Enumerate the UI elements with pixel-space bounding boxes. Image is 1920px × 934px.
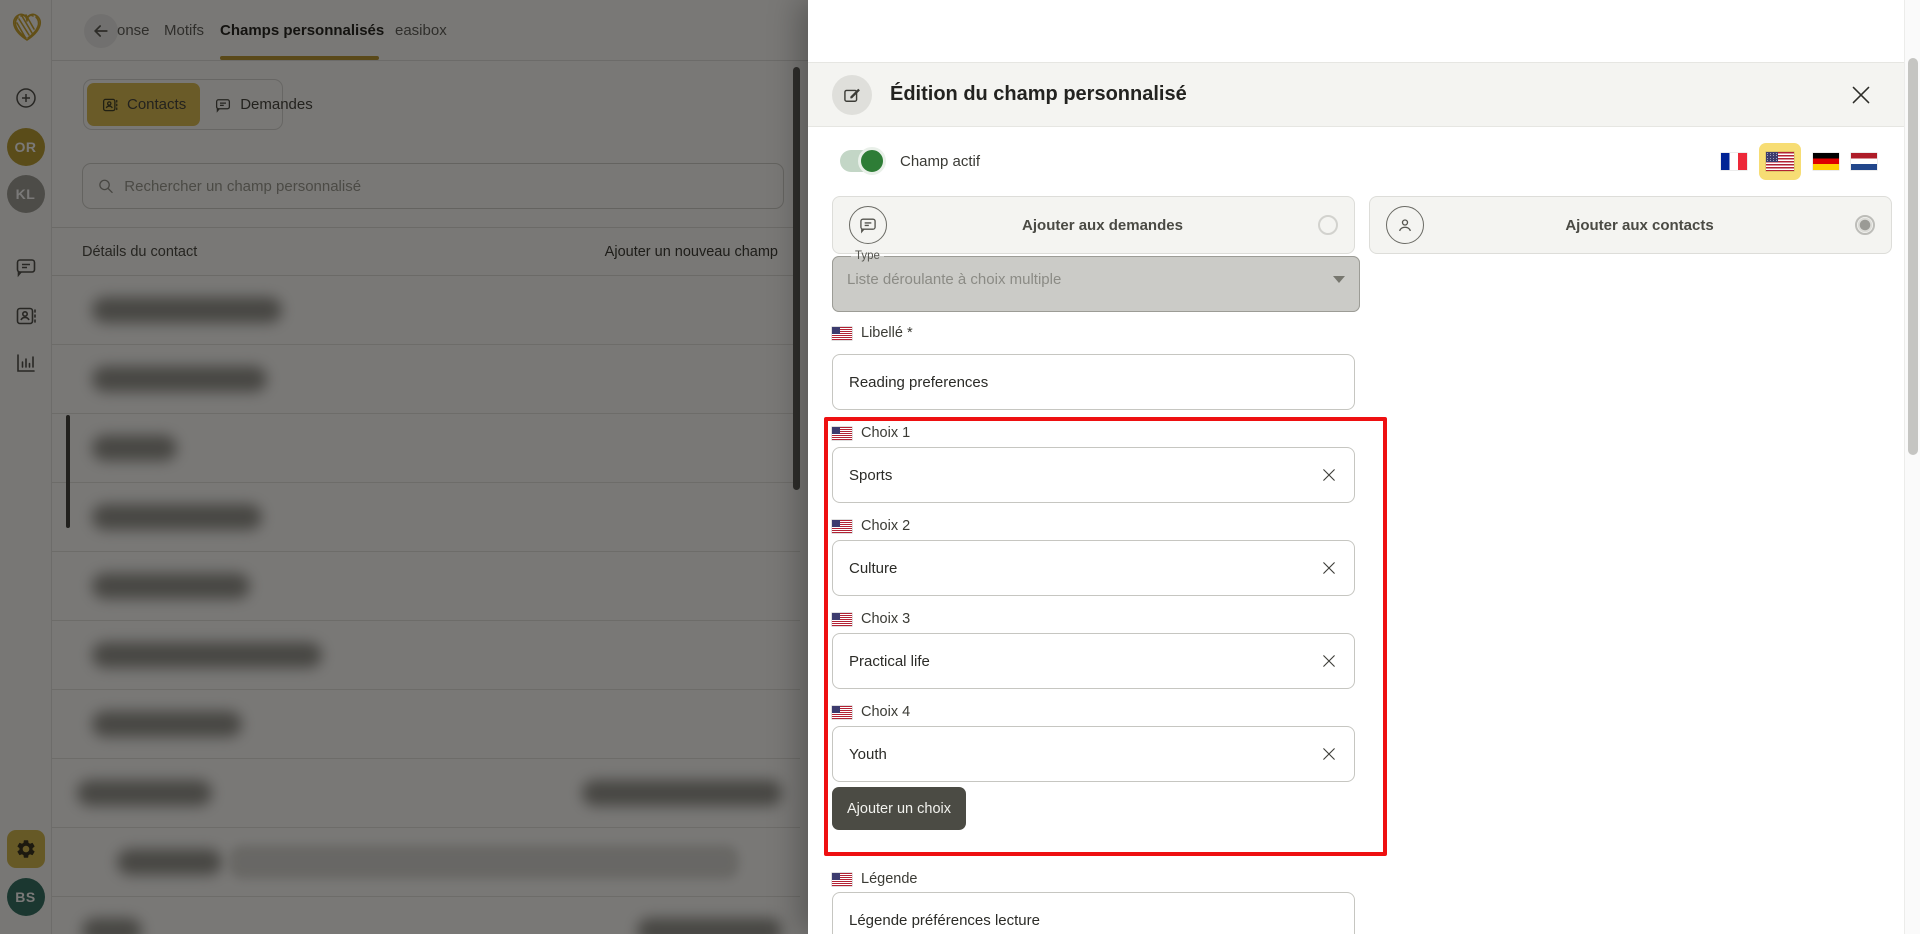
choix-1-label: Choix 1 — [832, 425, 910, 441]
choix-3-input[interactable] — [849, 653, 1320, 670]
flag-usa-mini-icon — [832, 327, 852, 340]
choix-4-input[interactable] — [849, 746, 1320, 763]
remove-choice-icon[interactable] — [1320, 745, 1338, 763]
flag-usa-icon — [1766, 152, 1794, 171]
choix-4-field — [832, 726, 1355, 782]
modal-title: Édition du champ personnalisé — [890, 83, 1187, 106]
option-demandes-label: Ajouter aux demandes — [887, 217, 1318, 234]
edit-custom-field-modal: Édition du champ personnalisé Champ acti… — [808, 0, 1920, 934]
remove-choice-icon[interactable] — [1320, 559, 1338, 577]
add-choice-button[interactable]: Ajouter un choix — [832, 787, 966, 830]
radio-contacts[interactable] — [1855, 215, 1875, 235]
choix-2-label: Choix 2 — [832, 518, 910, 534]
flag-usa-selected[interactable] — [1759, 143, 1801, 180]
chevron-down-icon — [1333, 276, 1345, 283]
type-select-field: Type Liste déroulante à choix multiple — [832, 250, 1360, 312]
field-active-row: Champ actif — [840, 143, 980, 179]
flag-germany-icon[interactable] — [1813, 153, 1839, 170]
app-window: OR KL BS — [0, 0, 1920, 934]
type-field-label: Type — [851, 250, 884, 262]
edit-icon-circle — [832, 75, 872, 115]
person-circle-icon — [1386, 206, 1424, 244]
legende-input[interactable] — [849, 912, 1338, 929]
champ-actif-label: Champ actif — [900, 153, 980, 170]
libelle-field — [832, 354, 1355, 410]
choix-2-input[interactable] — [849, 560, 1320, 577]
remove-choice-icon[interactable] — [1320, 466, 1338, 484]
flag-france-icon[interactable] — [1721, 153, 1747, 170]
choix-1-input[interactable] — [849, 467, 1320, 484]
choix-1-field — [832, 447, 1355, 503]
flag-netherlands-icon[interactable] — [1851, 153, 1877, 170]
flag-usa-mini-icon — [832, 427, 852, 440]
choix-2-field — [832, 540, 1355, 596]
modal-backdrop[interactable] — [0, 0, 808, 934]
flag-usa-mini-icon — [832, 613, 852, 626]
option-contacts-label: Ajouter aux contacts — [1424, 217, 1855, 234]
choix-3-label: Choix 3 — [832, 611, 910, 627]
flag-usa-mini-icon — [832, 873, 852, 886]
flag-usa-mini-icon — [832, 706, 852, 719]
option-add-to-contacts[interactable]: Ajouter aux contacts — [1369, 196, 1892, 254]
libelle-input[interactable] — [849, 374, 1338, 391]
modal-header: Édition du champ personnalisé — [808, 62, 1920, 127]
close-icon[interactable] — [1848, 82, 1874, 108]
champ-actif-toggle[interactable] — [840, 150, 884, 172]
legende-field — [832, 892, 1355, 934]
chat-circle-icon — [849, 206, 887, 244]
modal-scrollbar[interactable] — [1904, 0, 1920, 934]
radio-demandes[interactable] — [1318, 215, 1338, 235]
choix-4-label: Choix 4 — [832, 704, 910, 720]
flag-usa-mini-icon — [832, 520, 852, 533]
libelle-label: Libellé * — [832, 325, 913, 341]
option-add-to-demandes[interactable]: Ajouter aux demandes — [832, 196, 1355, 254]
remove-choice-icon[interactable] — [1320, 652, 1338, 670]
choix-3-field — [832, 633, 1355, 689]
type-field-value: Liste déroulante à choix multiple — [847, 271, 1061, 288]
language-flags — [1721, 143, 1877, 179]
edit-pencil-icon — [842, 85, 862, 105]
legende-label: Légende — [832, 871, 917, 887]
